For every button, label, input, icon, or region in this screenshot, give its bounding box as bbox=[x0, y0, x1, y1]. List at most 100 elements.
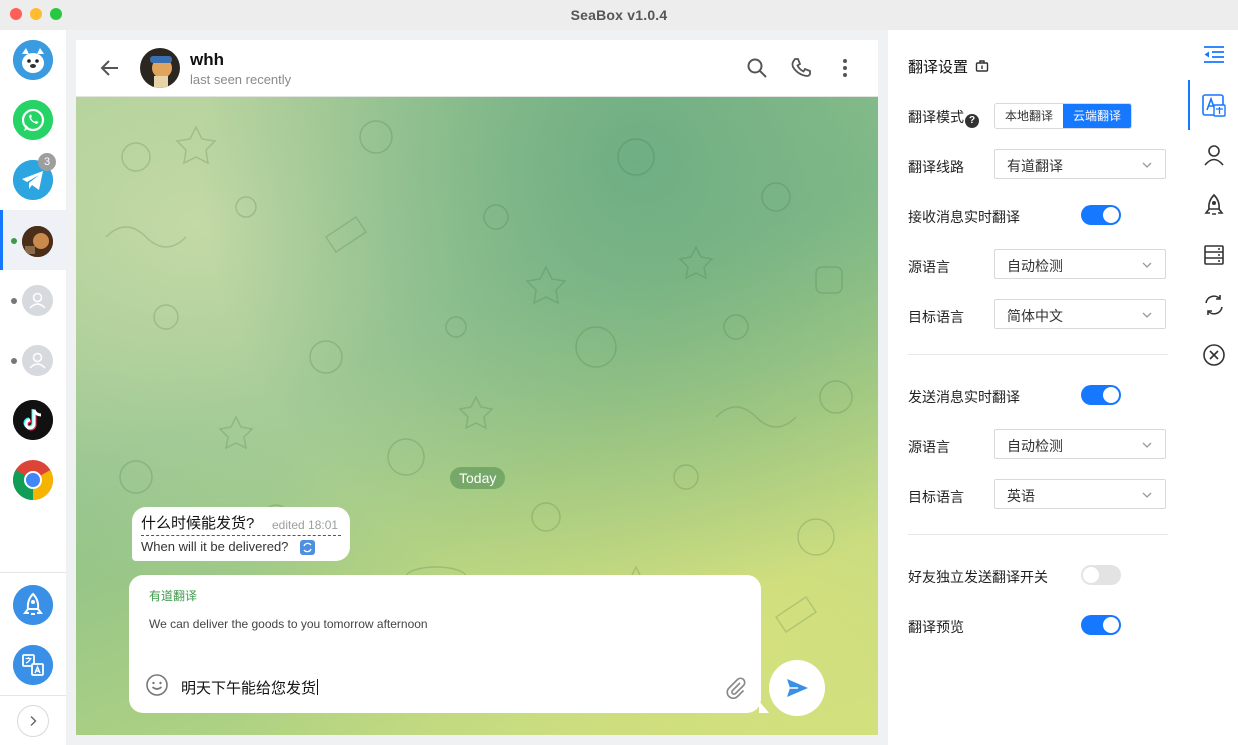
chevron-down-icon bbox=[1142, 262, 1152, 268]
emoji-button[interactable] bbox=[145, 673, 169, 702]
send-target-label: 目标语言 bbox=[908, 489, 964, 505]
section-divider bbox=[908, 354, 1168, 355]
collapse-panel-button[interactable] bbox=[1201, 42, 1227, 73]
message-translation: When will it be delivered? bbox=[141, 539, 289, 554]
translate-icon bbox=[1202, 94, 1226, 117]
peer-avatar[interactable] bbox=[140, 48, 180, 88]
rail-divider bbox=[0, 695, 66, 696]
search-button[interactable] bbox=[746, 57, 768, 84]
translate-button[interactable] bbox=[13, 645, 53, 685]
translator-name: 有道翻译 bbox=[149, 589, 198, 603]
receive-target-select[interactable]: 简体中文 bbox=[994, 299, 1166, 329]
chevron-down-icon bbox=[1142, 312, 1152, 318]
settings-title: 翻译设置 bbox=[908, 56, 989, 77]
send-source-select[interactable]: 自动检测 bbox=[994, 429, 1166, 459]
attach-button[interactable] bbox=[723, 675, 747, 704]
chrome-icon bbox=[13, 460, 53, 500]
expand-button[interactable] bbox=[17, 705, 49, 737]
mode-segmented-control[interactable]: 本地翻译 云端翻译 bbox=[994, 103, 1133, 129]
chevron-down-icon bbox=[1142, 162, 1152, 168]
phone-icon bbox=[791, 58, 811, 77]
user-placeholder-icon bbox=[29, 292, 46, 309]
compose-box: 有道翻译 We can deliver the goods to you tom… bbox=[129, 575, 769, 713]
mode-label: 翻译模式? bbox=[908, 107, 979, 128]
mode-label-text: 翻译模式 bbox=[908, 109, 964, 125]
send-icon bbox=[787, 679, 808, 697]
peer-status: last seen recently bbox=[190, 72, 292, 87]
toggle-knob bbox=[1103, 207, 1119, 223]
avatar-photo bbox=[22, 226, 53, 257]
back-button[interactable] bbox=[98, 56, 122, 85]
user-icon bbox=[1204, 145, 1224, 166]
app-tiktok[interactable] bbox=[13, 400, 53, 440]
send-target-select[interactable]: 英语 bbox=[994, 479, 1166, 509]
translation-settings-panel: 翻译设置 翻译模式? 本地翻译 云端翻译 翻译线路 有道翻译 接收消息实时翻译 … bbox=[888, 30, 1188, 745]
gutter bbox=[66, 30, 888, 40]
online-dot bbox=[11, 238, 17, 244]
chevron-right-icon bbox=[30, 716, 37, 726]
receive-translate-label: 接收消息实时翻译 bbox=[908, 209, 1020, 225]
receive-translate-toggle[interactable] bbox=[1081, 205, 1121, 225]
send-target-value: 英语 bbox=[1007, 488, 1035, 504]
account-avatar[interactable] bbox=[22, 226, 53, 257]
app-seabox[interactable] bbox=[13, 40, 53, 80]
pin-icon[interactable] bbox=[975, 59, 989, 73]
database-icon bbox=[1204, 245, 1224, 265]
more-button[interactable] bbox=[834, 57, 856, 84]
message-input[interactable]: 明天下午能给您发货 bbox=[181, 677, 318, 698]
rail-divider bbox=[0, 572, 66, 573]
retranslate-icon[interactable] bbox=[300, 540, 315, 555]
settings-title-text: 翻译设置 bbox=[908, 59, 969, 76]
search-icon bbox=[747, 58, 767, 78]
send-translate-label: 发送消息实时翻译 bbox=[908, 389, 1020, 405]
help-icon[interactable]: ? bbox=[965, 114, 979, 128]
preview-toggle[interactable] bbox=[1081, 615, 1121, 635]
incoming-message[interactable]: 什么时候能发货? edited 18:01 When will it be de… bbox=[132, 507, 350, 561]
active-tool-indicator bbox=[1188, 80, 1190, 130]
route-label: 翻译线路 bbox=[908, 159, 964, 175]
peer-name: whh bbox=[190, 50, 224, 69]
account-avatar[interactable] bbox=[22, 345, 53, 376]
close-tool-button[interactable] bbox=[1201, 342, 1227, 373]
receive-source-value: 自动检测 bbox=[1007, 258, 1063, 274]
arrow-left-icon bbox=[100, 60, 118, 76]
message-divider bbox=[141, 535, 341, 536]
rocket-button[interactable] bbox=[13, 585, 53, 625]
friend-translate-toggle[interactable] bbox=[1081, 565, 1121, 585]
collapse-icon bbox=[1204, 46, 1224, 63]
more-vertical-icon bbox=[843, 59, 847, 77]
translate-tool-button[interactable] bbox=[1201, 93, 1227, 124]
call-button[interactable] bbox=[790, 57, 812, 84]
translate-icon bbox=[13, 645, 53, 685]
refresh-icon bbox=[1205, 295, 1223, 315]
send-translate-toggle[interactable] bbox=[1081, 385, 1121, 405]
app-chrome[interactable] bbox=[13, 460, 53, 500]
contact-tool-button[interactable] bbox=[1201, 142, 1227, 173]
app-rail: 3 bbox=[0, 30, 67, 745]
chat-background: Today 什么时候能发货? edited 18:01 When will it… bbox=[76, 97, 878, 735]
gutter bbox=[66, 30, 76, 745]
rocket-tool-button[interactable] bbox=[1201, 192, 1227, 223]
toggle-knob bbox=[1083, 567, 1099, 583]
route-select-value: 有道翻译 bbox=[1007, 158, 1063, 174]
account-avatar[interactable] bbox=[22, 285, 53, 316]
toggle-knob bbox=[1103, 387, 1119, 403]
tiktok-icon bbox=[13, 400, 53, 440]
send-button[interactable] bbox=[769, 660, 825, 716]
route-select[interactable]: 有道翻译 bbox=[994, 149, 1166, 179]
smile-icon bbox=[146, 674, 168, 696]
date-chip: Today bbox=[450, 467, 506, 489]
storage-tool-button[interactable] bbox=[1201, 242, 1227, 273]
user-placeholder-icon bbox=[29, 352, 46, 369]
receive-source-select[interactable]: 自动检测 bbox=[994, 249, 1166, 279]
send-source-value: 自动检测 bbox=[1007, 438, 1063, 454]
mode-option-local[interactable]: 本地翻译 bbox=[995, 104, 1064, 128]
message-edited-time: edited 18:01 bbox=[272, 518, 339, 532]
send-source-label: 源语言 bbox=[908, 439, 950, 455]
gutter bbox=[878, 30, 888, 745]
app-whatsapp[interactable] bbox=[13, 100, 53, 140]
gutter bbox=[66, 735, 888, 745]
mode-option-cloud[interactable]: 云端翻译 bbox=[1063, 104, 1132, 128]
refresh-tool-button[interactable] bbox=[1201, 292, 1227, 323]
message-original-text: 什么时候能发货? bbox=[141, 515, 255, 532]
